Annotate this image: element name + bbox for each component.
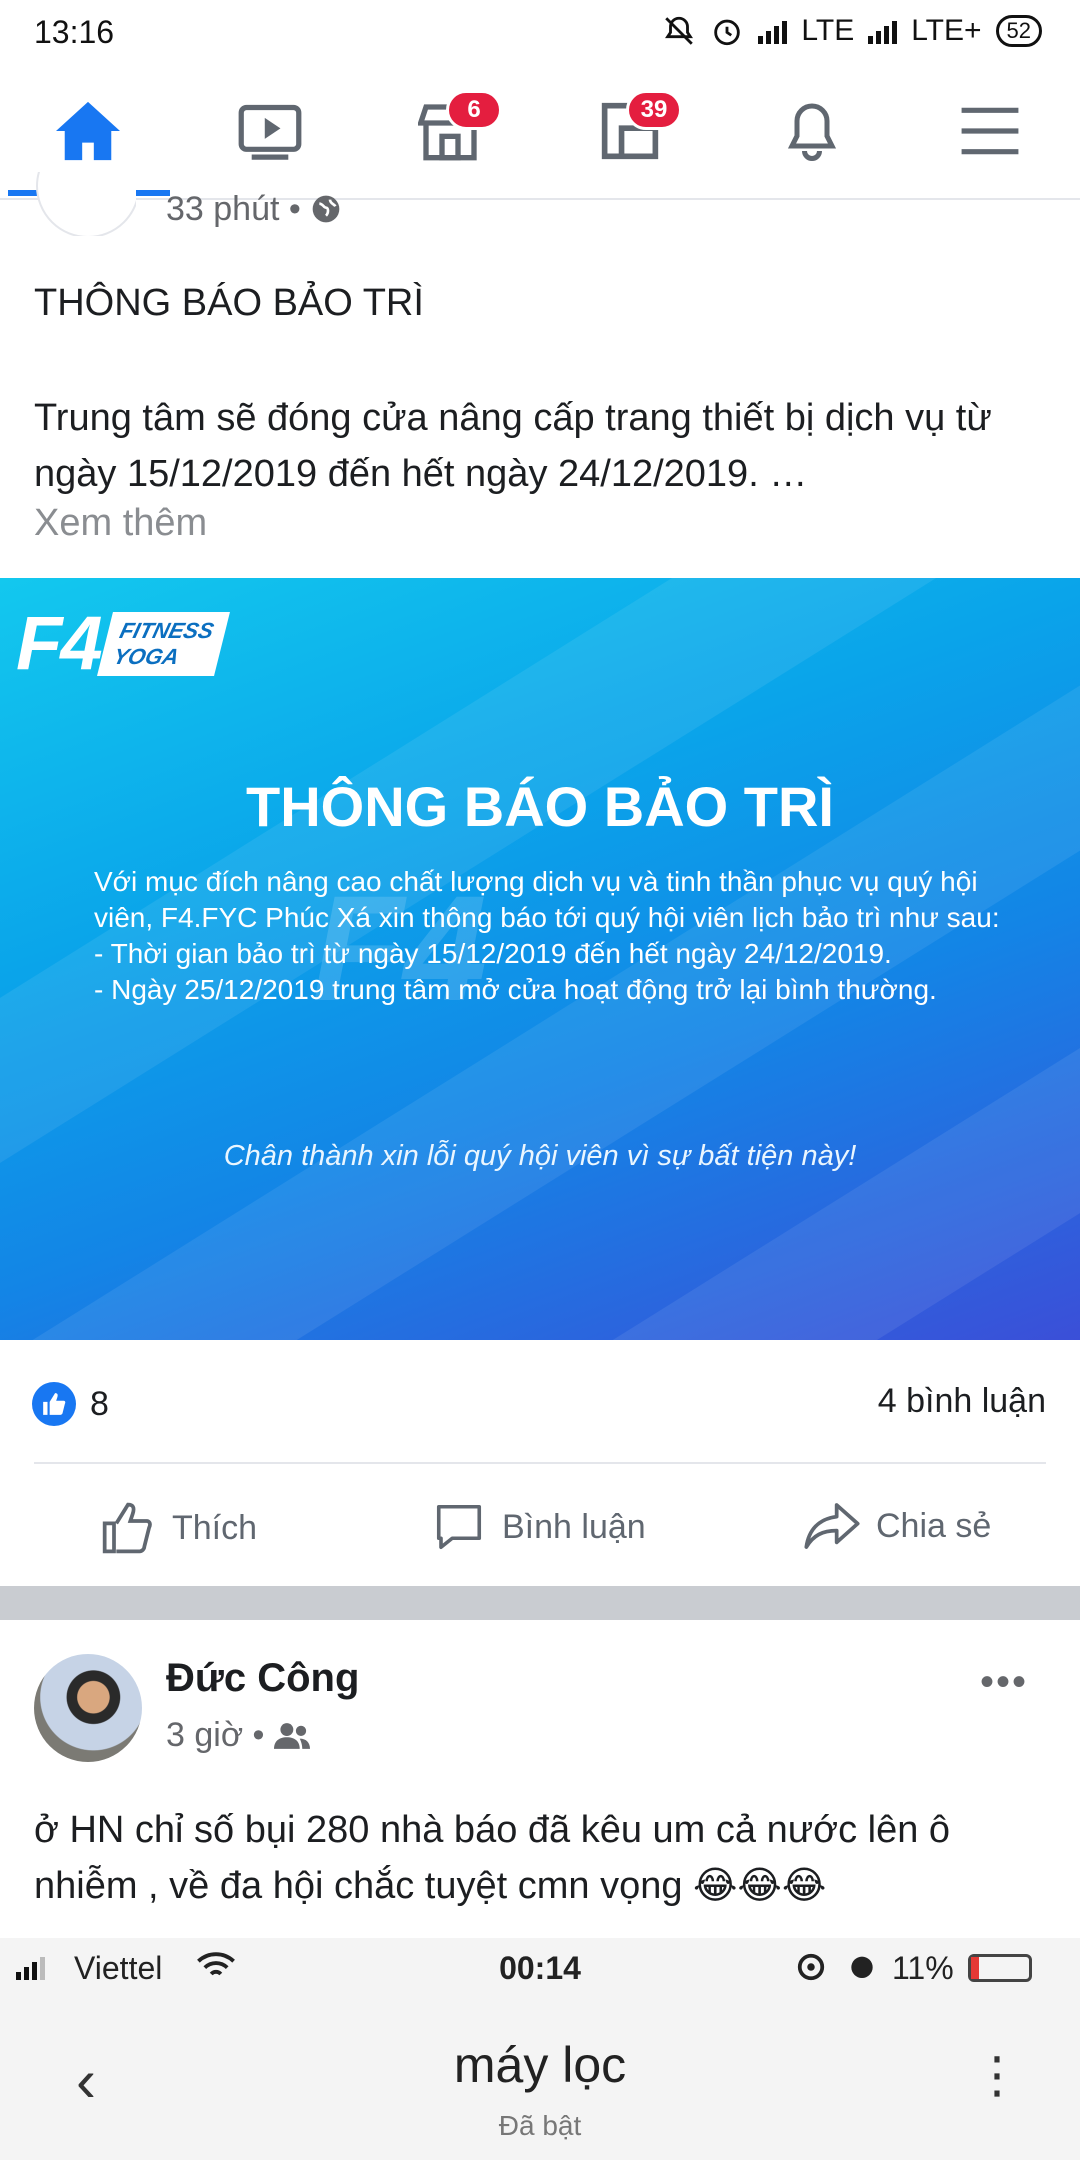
notifications-tab[interactable] bbox=[772, 94, 852, 168]
post1-image[interactable]: F4 FITNESS YOGA F4 THÔNG BÁO BẢO TRÌ Với … bbox=[0, 578, 1080, 1340]
pages-tab[interactable]: 39 bbox=[590, 90, 682, 168]
post2-timestamp[interactable]: 3 giờ • bbox=[166, 1716, 311, 1755]
like-button[interactable]: Thích bbox=[100, 1500, 257, 1556]
share-button[interactable]: Chia sẻ bbox=[804, 1500, 991, 1552]
comment-label: Bình luận bbox=[502, 1507, 646, 1546]
home-icon bbox=[56, 101, 120, 161]
f4-logo: F4 FITNESS YOGA bbox=[16, 600, 230, 687]
network-label-1: LTE bbox=[801, 14, 855, 47]
comment-button[interactable]: Bình luận bbox=[432, 1500, 646, 1554]
embedded-status-bar: Viettel 00:14 11% bbox=[0, 1938, 1080, 1996]
post2-time-text: 3 giờ • bbox=[166, 1716, 265, 1754]
like-label: Thích bbox=[172, 1508, 258, 1547]
post1-page-avatar[interactable] bbox=[36, 172, 136, 236]
post2-author-name[interactable]: Đức Công bbox=[166, 1656, 359, 1701]
menu-tab[interactable] bbox=[950, 94, 1030, 168]
post1-time-text: 33 phút • bbox=[166, 190, 301, 228]
marketplace-badge: 6 bbox=[446, 90, 502, 130]
embedded-more-icon: ⋮ bbox=[972, 2047, 1022, 2103]
status-bar: 13:16 LTE LTE+ 52 bbox=[0, 0, 1080, 66]
menu-icon bbox=[961, 107, 1019, 155]
embedded-battery-icon bbox=[968, 1954, 1032, 1982]
post1-body: Trung tâm sẽ đóng cửa nâng cấp trang thi… bbox=[34, 397, 992, 495]
battery-indicator: 52 bbox=[995, 15, 1042, 47]
mute-icon bbox=[665, 16, 694, 45]
network-label-2: LTE+ bbox=[911, 14, 982, 47]
marketplace-tab[interactable]: 6 bbox=[410, 90, 502, 168]
embedded-title: máy lọc bbox=[453, 2037, 627, 2093]
post1-title: THÔNG BÁO BẢO TRÌ bbox=[34, 282, 424, 324]
divider bbox=[34, 1462, 1046, 1464]
pages-badge: 39 bbox=[626, 90, 682, 130]
like-count: 8 bbox=[90, 1384, 109, 1423]
like-reaction-icon bbox=[32, 1382, 76, 1426]
watch-icon bbox=[238, 104, 302, 160]
post2-author-avatar[interactable] bbox=[34, 1654, 142, 1762]
embedded-subtitle: Đã bật bbox=[498, 2110, 582, 2141]
banner-title: THÔNG BÁO BẢO TRÌ bbox=[246, 775, 834, 838]
reaction-summary[interactable]: 8 bbox=[32, 1382, 109, 1426]
embedded-battery-percent: 11% bbox=[892, 1950, 954, 1986]
alarm-icon bbox=[714, 19, 741, 46]
banner-footer: Chân thành xin lỗi quý hội viên vì sự bấ… bbox=[223, 1140, 857, 1172]
bell-icon bbox=[787, 103, 837, 161]
home-tab[interactable] bbox=[48, 94, 128, 168]
comment-count[interactable]: 4 bình luận bbox=[878, 1382, 1046, 1421]
signal-icon bbox=[758, 18, 788, 44]
friends-icon bbox=[274, 1722, 311, 1749]
globe-icon bbox=[312, 195, 340, 223]
post-separator bbox=[0, 1586, 1080, 1620]
signal-icon-2 bbox=[868, 18, 898, 44]
post2-text: ở HN chỉ số bụi 280 nhà báo đã kêu um cả… bbox=[34, 1809, 951, 1907]
thumbs-up-icon bbox=[102, 1502, 152, 1554]
embedded-alarm-icon bbox=[851, 1956, 873, 1978]
comment-icon bbox=[436, 1504, 482, 1550]
top-navigation: 6 39 bbox=[0, 66, 1080, 200]
banner-body: Với mục đích nâng cao chất lượng dịch vụ… bbox=[94, 866, 1000, 1005]
post-options-icon[interactable]: ••• bbox=[980, 1660, 1028, 1705]
status-icons: LTE LTE+ 52 bbox=[662, 14, 1042, 48]
see-more-link[interactable]: Xem thêm bbox=[34, 502, 207, 545]
embedded-lock-rotation-icon bbox=[797, 1953, 825, 1981]
watch-tab[interactable] bbox=[230, 94, 310, 168]
share-icon bbox=[804, 1503, 860, 1549]
status-time: 13:16 bbox=[34, 14, 115, 50]
post1-timestamp[interactable]: 33 phút • bbox=[166, 190, 342, 229]
share-label: Chia sẻ bbox=[876, 1506, 992, 1545]
